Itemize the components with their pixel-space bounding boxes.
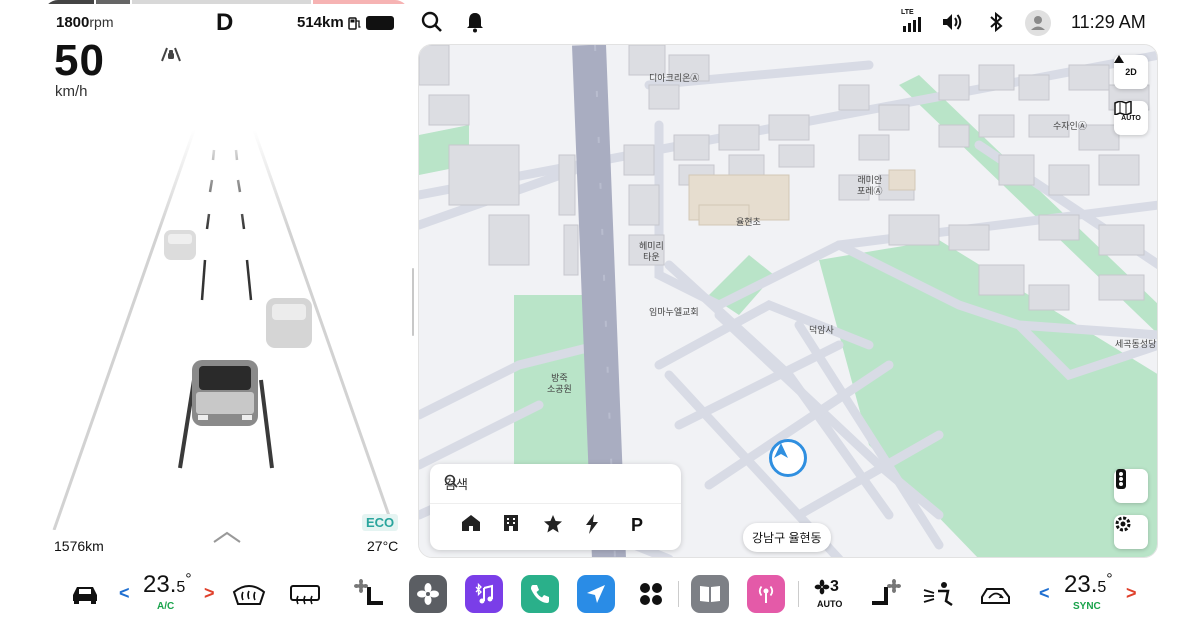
front-defrost-icon[interactable] [230, 575, 268, 613]
traffic-light-icon [1116, 469, 1126, 489]
volume-icon[interactable] [940, 10, 964, 34]
rpm-progress-bar [44, 0, 409, 6]
chevron-up-icon[interactable] [212, 530, 242, 544]
left-temp-down-button[interactable]: < [119, 583, 130, 604]
view-mode-button[interactable]: 2D [1114, 55, 1148, 89]
right-temp-up-button[interactable]: > [1126, 583, 1137, 604]
gear-icon [1115, 516, 1131, 532]
navigation-map[interactable]: 디아크리온Ⓐ 수자인Ⓐ 래미안 포레Ⓐ 율현초 헤미리 타운 임마누엘교회 덕암사 … [418, 44, 1158, 558]
book-icon [700, 586, 720, 602]
app-grid-icon[interactable] [632, 575, 670, 613]
ac-indicator[interactable]: A/C [157, 601, 174, 612]
building-icon[interactable] [502, 514, 524, 536]
clock: 11:29 AM [1071, 12, 1146, 32]
fan-level-control[interactable]: 3 [814, 578, 839, 596]
map-label-hemiri: 헤미리 타운 [639, 241, 664, 262]
map-icon [1114, 101, 1132, 115]
map-label-diacrion: 디아크리온Ⓐ [649, 73, 700, 83]
radio-icon [758, 585, 774, 603]
manual-app[interactable] [691, 575, 729, 613]
road-view [44, 130, 409, 530]
home-icon[interactable] [461, 514, 483, 536]
map-label-park: 방죽 소공원 [547, 373, 572, 394]
fan-mode-label: AUTO [817, 599, 843, 609]
battery-icon [365, 15, 394, 30]
compass-icon [1114, 55, 1124, 63]
right-temp-down-button[interactable]: < [1039, 583, 1050, 604]
map-settings-button[interactable] [1114, 515, 1148, 549]
parking-icon[interactable]: P [626, 514, 648, 536]
recirculation-icon[interactable] [977, 575, 1015, 613]
dock-divider [798, 581, 799, 607]
seat-fan-right-icon[interactable] [866, 575, 904, 613]
current-location-label[interactable]: 강남구 율현동 [743, 523, 831, 552]
traffic-light-button[interactable] [1114, 469, 1148, 503]
map-label-cathedral: 세곡동성당 [1115, 339, 1157, 349]
search-icon [444, 474, 458, 488]
outside-temperature: 27°C [367, 538, 399, 554]
map-label-sujain: 수자인Ⓐ [1053, 121, 1087, 131]
drive-mode-badge: ECO [362, 514, 399, 531]
current-position-marker [769, 439, 807, 477]
bottom-dock: < 23.5° A/C > 3 AUTO < 23.5° SYNC > [44, 563, 1157, 628]
odometer: 1576km [54, 538, 104, 554]
gear-indicator: D [216, 9, 234, 36]
map-label-church: 임마누엘교회 [649, 307, 699, 317]
map-label-raemian: 래미안 포레Ⓐ [857, 175, 883, 196]
navigation-app[interactable] [577, 575, 615, 613]
split-view-handle[interactable] [412, 268, 414, 336]
left-temperature[interactable]: 23.5° [143, 571, 192, 599]
sync-indicator[interactable]: SYNC [1073, 601, 1101, 612]
speed-value: 50 [54, 36, 105, 85]
rear-defrost-icon[interactable] [286, 575, 324, 613]
seat-fan-left-icon[interactable] [351, 575, 389, 613]
phone-app[interactable] [521, 575, 559, 613]
lane-assist-icon [161, 47, 181, 62]
bluetooth-music-app[interactable] [465, 575, 503, 613]
map-auto-button[interactable]: AUTO [1114, 101, 1148, 135]
music-note-icon [475, 582, 493, 604]
map-search-card: 검색 P [430, 464, 681, 550]
search-divider [430, 503, 681, 504]
signal-icon: LTE [901, 9, 923, 37]
search-icon[interactable] [420, 10, 444, 34]
radio-app[interactable] [747, 575, 785, 613]
right-temperature[interactable]: 23.5° [1064, 571, 1113, 599]
speed-unit: km/h [55, 83, 88, 100]
car-icon[interactable] [66, 575, 104, 613]
fan-app[interactable] [409, 575, 447, 613]
fan-level-icon [814, 579, 830, 595]
bluetooth-icon[interactable] [984, 10, 1008, 34]
navigation-icon [587, 585, 605, 603]
status-bar: LTE 11:29 AM [418, 0, 1158, 44]
bell-icon[interactable] [463, 10, 487, 34]
left-temp-up-button[interactable]: > [204, 583, 215, 604]
fuel-icon [347, 16, 361, 30]
rpm-readout: 1800rpm [56, 14, 114, 31]
search-field[interactable]: 검색 [444, 474, 468, 493]
fan-icon [417, 583, 439, 605]
phone-icon [531, 585, 549, 603]
dock-divider [678, 581, 679, 607]
star-icon[interactable] [543, 514, 565, 536]
map-label-temple: 덕암사 [809, 325, 834, 335]
user-avatar-icon[interactable] [1025, 10, 1051, 36]
charging-icon[interactable] [585, 514, 607, 536]
navigation-arrow-icon [774, 443, 788, 458]
vent-direction-icon[interactable] [920, 575, 958, 613]
range-readout: 514km [297, 14, 394, 31]
instrument-cluster: 1800rpm D 514km 50 km/h 1576km ECO 27°C [44, 0, 409, 563]
map-label-yulhyeon-school: 율현초 [736, 217, 761, 227]
